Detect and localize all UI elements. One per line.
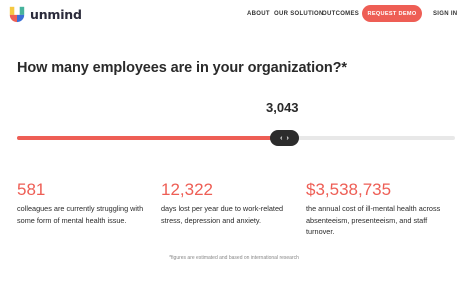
stat-description: colleagues are currently struggling with… bbox=[17, 204, 144, 225]
brand-name: unmind bbox=[30, 6, 82, 22]
stat-days-lost: 12,322 days lost per year due to work-re… bbox=[161, 180, 301, 226]
stat-number: $3,538,735 bbox=[306, 180, 392, 199]
stat-number: 12,322 bbox=[161, 180, 213, 199]
nav-outcomes[interactable]: OUTCOMES bbox=[322, 11, 359, 17]
stat-description: the annual cost of ill-mental health acr… bbox=[306, 204, 441, 236]
employee-slider-track[interactable] bbox=[17, 136, 455, 140]
stat-annual-cost: $3,538,735 the annual cost of ill-mental… bbox=[306, 180, 456, 238]
nav-sign-in[interactable]: SIGN IN bbox=[433, 11, 457, 17]
employee-slider-fill bbox=[17, 136, 280, 140]
brand-logo[interactable]: unmind bbox=[8, 5, 82, 23]
stat-number: 581 bbox=[17, 180, 46, 199]
stat-struggling-colleagues: 581 colleagues are currently struggling … bbox=[17, 180, 157, 226]
footnote: *figures are estimated and based on inte… bbox=[169, 255, 299, 261]
nav-our-solution[interactable]: OUR SOLUTION bbox=[274, 11, 324, 17]
request-demo-button[interactable]: REQUEST DEMO bbox=[362, 5, 422, 22]
employee-count-value: 3,043 bbox=[266, 100, 299, 115]
chevron-left-icon: ‹ bbox=[280, 134, 283, 142]
calculator-question: How many employees are in your organizat… bbox=[17, 60, 347, 76]
chevron-right-icon: › bbox=[286, 134, 289, 142]
stat-description: days lost per year due to work-related s… bbox=[161, 204, 284, 225]
unmind-logo-icon bbox=[9, 6, 25, 23]
nav-about[interactable]: ABOUT bbox=[247, 11, 270, 17]
employee-slider-thumb[interactable]: ‹ › bbox=[270, 130, 299, 146]
top-nav: unmind ABOUT OUR SOLUTION OUTCOMES REQUE… bbox=[0, 0, 468, 30]
